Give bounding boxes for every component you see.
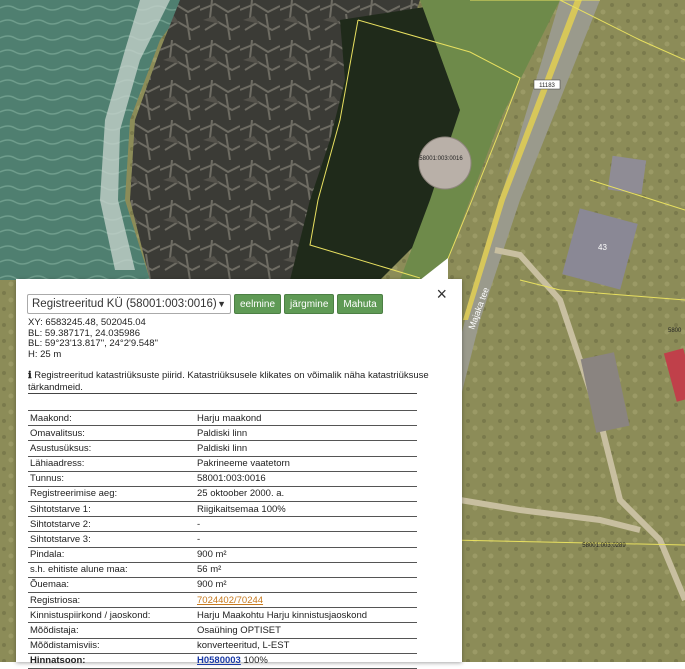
- popup-pointer: [420, 258, 448, 280]
- row-key: Mõõdistamisviis:: [28, 638, 195, 654]
- row-value: Harju maakond: [195, 409, 417, 427]
- row-key: Tunnus:: [28, 471, 195, 487]
- row-value: Riigikaitsemaa 100%: [195, 501, 417, 518]
- row-key: Lähiaadress:: [28, 456, 195, 472]
- row-key: Õuemaa:: [28, 577, 195, 594]
- table-row: Omavalitsus: Paldiski linn: [28, 425, 417, 442]
- row-value: -: [195, 531, 417, 548]
- house-number-label: 43: [598, 243, 607, 252]
- table-row: Hinnatsoon: H0580003 100%: [28, 653, 417, 669]
- attribute-table: Maakond: Harju maakond Omavalitsus: Paldis…: [28, 409, 417, 669]
- close-icon[interactable]: ×: [436, 285, 447, 303]
- table-row: Mõõdistamisviis: konverteeritud, L-EST: [28, 638, 417, 654]
- row-value: Harju Maakohtu Harju kinnistusjaoskond: [195, 607, 417, 624]
- registry-link[interactable]: 7024402/70244: [197, 595, 263, 606]
- table-row: Registriosa: 7024402/70244: [28, 592, 417, 609]
- chevron-down-icon: ▼: [217, 299, 226, 309]
- row-key: Sihtotstarve 1:: [28, 501, 195, 518]
- layer-info: ℹ Registreeritud katastriüksuste piirid.…: [28, 370, 433, 393]
- row-key: Omavalitsus:: [28, 425, 195, 442]
- table-row: Asustusüksus: Paldiski linn: [28, 440, 417, 457]
- price-zone-link[interactable]: H0580003: [197, 655, 241, 666]
- row-key: Pindala:: [28, 547, 195, 563]
- row-key: Asustusüksus:: [28, 440, 195, 457]
- row-key: Registriosa:: [28, 592, 195, 609]
- row-value: 900 m²: [195, 577, 417, 594]
- row-value: 58001:003:0016: [195, 471, 417, 487]
- coordinates-block: XY: 6583245.48, 502045.04 BL: 59.387171,…: [28, 317, 158, 360]
- row-value: 900 m²: [195, 547, 417, 563]
- table-row: Registreerimise aeg: 25 oktoober 2000. a.: [28, 486, 417, 503]
- table-row: Sihtotstarve 2: -: [28, 516, 417, 533]
- row-value: Pakrineeme vaatetorn: [195, 456, 417, 472]
- row-key: s.h. ehitiste alune maa:: [28, 562, 195, 578]
- table-row: Sihtotstarve 3: -: [28, 531, 417, 548]
- next-button[interactable]: järgmine: [284, 294, 335, 314]
- row-key: Registreerimise aeg:: [28, 486, 195, 503]
- row-value: Paldiski linn: [195, 440, 417, 457]
- table-row: Tunnus: 58001:003:0016: [28, 471, 417, 487]
- row-value: Paldiski linn: [195, 425, 417, 442]
- price-zone-share: 100%: [243, 655, 268, 667]
- parcel-label: 58001:003:0289: [582, 543, 626, 549]
- coord-height: H: 25 m: [28, 348, 62, 360]
- row-value: Osaühing OPTISET: [195, 622, 417, 639]
- row-key: Kinnistuspiirkond / jaoskond:: [28, 607, 195, 624]
- row-value: 56 m²: [195, 562, 417, 578]
- table-row: Pindala: 900 m²: [28, 547, 417, 563]
- table-row: Sihtotstarve 1: Riigikaitsemaa 100%: [28, 501, 417, 518]
- row-value: -: [195, 516, 417, 533]
- feature-info-popup: × Registreeritud KÜ (58001:003:0016) ▼ e…: [16, 258, 462, 669]
- table-row: Õuemaa: 900 m²: [28, 577, 417, 594]
- road-number-label: 11183: [539, 83, 555, 89]
- row-key: Maakond:: [28, 409, 195, 427]
- parcel-label: 5800: [668, 328, 682, 334]
- row-key: Sihtotstarve 2:: [28, 516, 195, 533]
- layer-info-text: Registreeritud katastriüksuste piirid. K…: [28, 370, 429, 393]
- parcel-label: 58001:003:0016: [419, 156, 463, 162]
- info-icon: ℹ: [28, 370, 32, 381]
- row-key: Mõõdistaja:: [28, 622, 195, 639]
- row-value: 25 oktoober 2000. a.: [195, 486, 417, 503]
- prev-button[interactable]: eelmine: [234, 294, 282, 314]
- row-value: konverteeritud, L-EST: [195, 638, 417, 654]
- divider: [28, 393, 417, 394]
- row-key: Sihtotstarve 3:: [28, 531, 195, 548]
- table-row: s.h. ehitiste alune maa: 56 m²: [28, 562, 417, 578]
- table-row: Mõõdistaja: Osaühing OPTISET: [28, 622, 417, 639]
- row-key: Hinnatsoon:: [28, 653, 195, 669]
- popup-toolbar: Registreeritud KÜ (58001:003:0016) ▼ eel…: [27, 294, 383, 314]
- layer-select[interactable]: Registreeritud KÜ (58001:003:0016) ▼: [27, 294, 231, 314]
- table-row: Lähiaadress: Pakrineeme vaatetorn: [28, 456, 417, 472]
- coord-xy: XY: 6583245.48, 502045.04: [28, 317, 146, 328]
- layer-select-value: Registreeritud KÜ (58001:003:0016): [32, 298, 217, 310]
- table-row: Maakond: Harju maakond: [28, 409, 417, 427]
- table-row: Kinnistuspiirkond / jaoskond: Harju Maako…: [28, 607, 417, 624]
- fit-button[interactable]: Mahuta: [337, 294, 383, 314]
